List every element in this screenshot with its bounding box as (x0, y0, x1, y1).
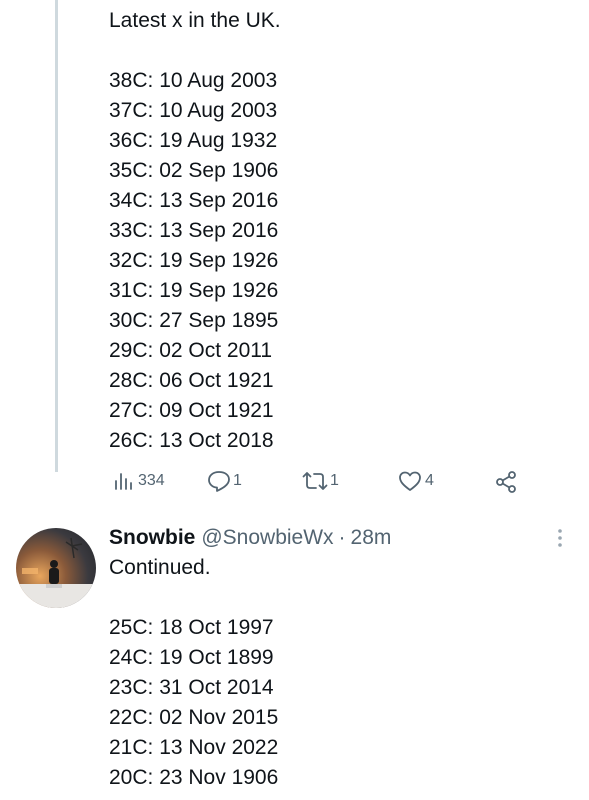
record-line: 23C: 31 Oct 2014 (109, 676, 274, 699)
bar-chart-icon (112, 470, 134, 492)
thread-connector-line (55, 0, 58, 472)
timestamp[interactable]: 28m (351, 523, 392, 553)
tweet-intro: Latest x in the UK. (109, 9, 281, 32)
record-line: 37C: 10 Aug 2003 (109, 99, 278, 122)
views-button[interactable]: 334 (112, 470, 165, 492)
like-button[interactable]: 4 (398, 470, 434, 492)
views-count: 334 (138, 472, 165, 489)
record-line: 30C: 27 Sep 1895 (109, 309, 279, 332)
tweet-body: Latest x in the UK. 38C: 10 Aug 2003 37C… (109, 6, 573, 456)
record-line: 25C: 18 Oct 1997 (109, 616, 274, 639)
user-handle[interactable]: @SnowbieWx (201, 523, 333, 553)
record-line: 28C: 06 Oct 1921 (109, 369, 274, 392)
record-line: 22C: 02 Nov 2015 (109, 706, 279, 729)
display-name[interactable]: Snowbie (109, 523, 195, 553)
like-count: 4 (425, 472, 434, 489)
record-line: 26C: 13 Oct 2018 (109, 429, 274, 452)
retweet-button[interactable]: 1 (302, 470, 339, 492)
record-line: 36C: 19 Aug 1932 (109, 129, 278, 152)
retweet-count: 1 (330, 472, 339, 489)
reply-button[interactable]: 1 (207, 470, 242, 492)
more-options-icon (550, 529, 570, 552)
more-options-button[interactable] (550, 528, 570, 548)
record-line: 24C: 19 Oct 1899 (109, 646, 274, 669)
tweet-intro: Continued. (109, 556, 211, 579)
record-line: 38C: 10 Aug 2003 (109, 69, 278, 92)
avatar[interactable] (16, 528, 96, 608)
record-line: 29C: 02 Oct 2011 (109, 339, 273, 362)
record-line: 35C: 02 Sep 1906 (109, 159, 279, 182)
tweet-body: Snowbie @SnowbieWx · 28m Continued. 25C:… (109, 523, 573, 793)
record-line: 34C: 13 Sep 2016 (109, 189, 279, 212)
reply-icon (207, 470, 231, 492)
record-line: 32C: 19 Sep 1926 (109, 249, 279, 272)
record-line: 21C: 13 Nov 2022 (109, 736, 279, 759)
reply-count: 1 (233, 472, 242, 489)
record-line: 33C: 13 Sep 2016 (109, 219, 279, 242)
heart-icon (398, 470, 422, 492)
retweet-icon (302, 470, 328, 492)
share-button[interactable] (494, 470, 518, 494)
share-icon (494, 470, 518, 494)
record-line: 20C: 23 Nov 1906 (109, 766, 279, 789)
record-line: 31C: 19 Sep 1926 (109, 279, 279, 302)
separator-dot: · (338, 526, 346, 549)
tweet-action-bar: 334 1 1 4 (0, 470, 589, 496)
record-line: 27C: 09 Oct 1921 (109, 399, 274, 422)
tweet-header: Snowbie @SnowbieWx · 28m (109, 523, 573, 553)
